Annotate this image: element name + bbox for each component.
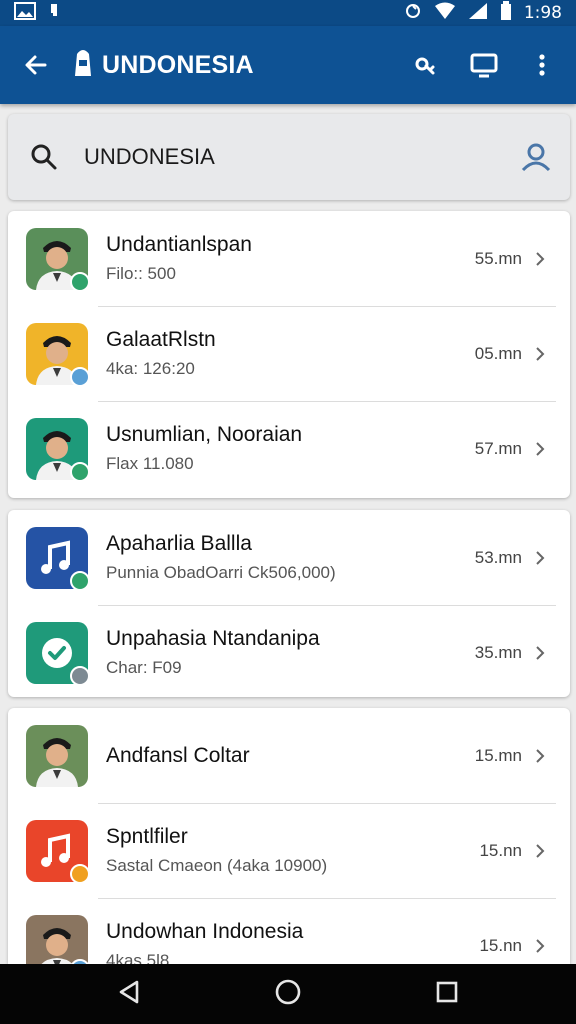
person-avatar-icon <box>26 724 88 787</box>
item-duration: 15.nn <box>479 840 522 860</box>
status-badge <box>70 271 90 292</box>
status-badge <box>70 366 90 387</box>
status-badge <box>70 665 90 686</box>
person-search-icon[interactable] <box>520 142 552 172</box>
notification-icon <box>48 2 60 25</box>
person-avatar-icon <box>26 227 90 292</box>
list-item[interactable]: GalaatRlstn 4ka: 126:20 05.mn <box>8 306 570 401</box>
item-subtitle: Punnia ObadOarri Ck506,000) <box>106 563 336 582</box>
person-avatar-icon <box>26 322 90 387</box>
recents-nav-button[interactable] <box>435 980 459 1009</box>
overflow-menu-button[interactable] <box>520 43 564 87</box>
item-title: Undowhan Indonesia <box>106 920 304 943</box>
search-input[interactable]: UNDONESIA <box>84 144 520 170</box>
chevron-right-icon <box>536 251 545 266</box>
item-title: Apaharlia Ballla <box>106 532 252 555</box>
home-nav-button[interactable] <box>274 978 302 1011</box>
person-avatar-icon <box>26 914 90 964</box>
chevron-right-icon <box>536 938 545 953</box>
list-item[interactable]: Undowhan Indonesia 4kas 5l8 15.nn <box>8 898 570 964</box>
list-card-1: UndantianlspanFilo:: 500 55.mnGalaatRlstn… <box>8 211 570 498</box>
triangle-back-icon <box>119 980 138 1003</box>
chevron-right-icon <box>536 441 545 456</box>
app-title: UNDONESIA <box>72 48 404 83</box>
item-subtitle: Flax 11.080 <box>106 454 194 473</box>
item-title: Unpahasia Ntandanipa <box>106 627 320 650</box>
item-duration: 35.mn <box>474 642 522 662</box>
chevron-right-icon <box>536 550 545 565</box>
more-vert-icon <box>539 54 545 76</box>
tv-icon <box>470 53 498 78</box>
item-duration: 15.mn <box>474 745 522 765</box>
chevron-right-icon <box>536 346 545 361</box>
chevron-right-icon <box>536 843 545 858</box>
item-title: Andfansl Coltar <box>106 743 250 767</box>
square-recents-icon <box>437 981 458 1002</box>
item-title: Usnumlian, Nooraian <box>106 423 303 446</box>
list-item[interactable]: Andfansl Coltar 15.mn <box>8 708 570 803</box>
person-avatar-icon <box>26 417 90 482</box>
key-icon <box>415 57 435 75</box>
page-title: UNDONESIA <box>102 50 254 79</box>
item-title: Spntlfiler <box>106 825 188 848</box>
sync-icon <box>404 2 422 25</box>
arrow-left-icon <box>25 55 47 75</box>
item-duration: 15.nn <box>479 935 522 955</box>
battery-icon <box>500 0 512 26</box>
tag-icon <box>72 48 94 83</box>
clock: 1:98 <box>523 3 562 23</box>
chevron-right-icon <box>536 748 545 763</box>
item-duration: 57.mn <box>474 438 522 458</box>
list-card-3: Andfansl Coltar 15.mn Spntlfiler Sastal Cma… <box>8 708 570 964</box>
status-badge <box>70 863 90 884</box>
checkmark-icon <box>26 621 90 686</box>
item-duration: 05.mn <box>474 343 522 363</box>
app-bar: UNDONESIA <box>0 26 576 104</box>
list-item[interactable]: Unpahasia Ntandanipa Char: F09 35.mn <box>8 605 570 697</box>
chevron-right-icon <box>536 645 545 660</box>
cast-button[interactable] <box>462 43 506 87</box>
music-note-icon <box>26 526 90 591</box>
music-note-icon <box>26 819 90 884</box>
item-duration: 55.mn <box>474 248 522 268</box>
signal-icon <box>468 2 488 25</box>
back-nav-button[interactable] <box>117 979 141 1010</box>
item-title: GalaatRlstn <box>106 328 216 351</box>
list-item[interactable]: UndantianlspanFilo:: 500 55.mn <box>8 211 570 306</box>
item-subtitle: 4kas 5l8 <box>106 951 170 964</box>
list-item[interactable]: Apaharlia Ballla Punnia ObadOarri Ck506,0… <box>8 510 570 605</box>
item-title: Undantianlspan <box>106 233 252 256</box>
status-badge <box>70 570 90 591</box>
system-nav-bar <box>0 964 576 1024</box>
list-item[interactable]: Usnumlian, Nooraian Flax 11.080 57.mn <box>8 401 570 496</box>
item-subtitle: Filo:: 500 <box>106 264 176 283</box>
item-duration: 53.mn <box>474 547 522 567</box>
search-icon <box>31 144 57 170</box>
wifi-icon <box>434 2 456 25</box>
circle-home-icon <box>275 979 301 1004</box>
item-subtitle: Sastal Cmaeon (4aka 10900) <box>106 856 328 875</box>
status-bar: 1:98 <box>0 0 576 26</box>
key-button[interactable] <box>404 43 448 87</box>
item-subtitle: 4ka: 126:20 <box>106 359 195 378</box>
list-item[interactable]: Spntlfiler Sastal Cmaeon (4aka 10900) 15.n… <box>8 803 570 898</box>
search-bar[interactable]: UNDONESIA <box>8 114 570 200</box>
list-card-2: Apaharlia Ballla Punnia ObadOarri Ck506,0… <box>8 510 570 697</box>
item-subtitle: Char: F09 <box>106 658 182 677</box>
status-badge <box>70 461 90 482</box>
image-notification-icon <box>14 1 36 25</box>
back-button[interactable] <box>14 43 58 87</box>
